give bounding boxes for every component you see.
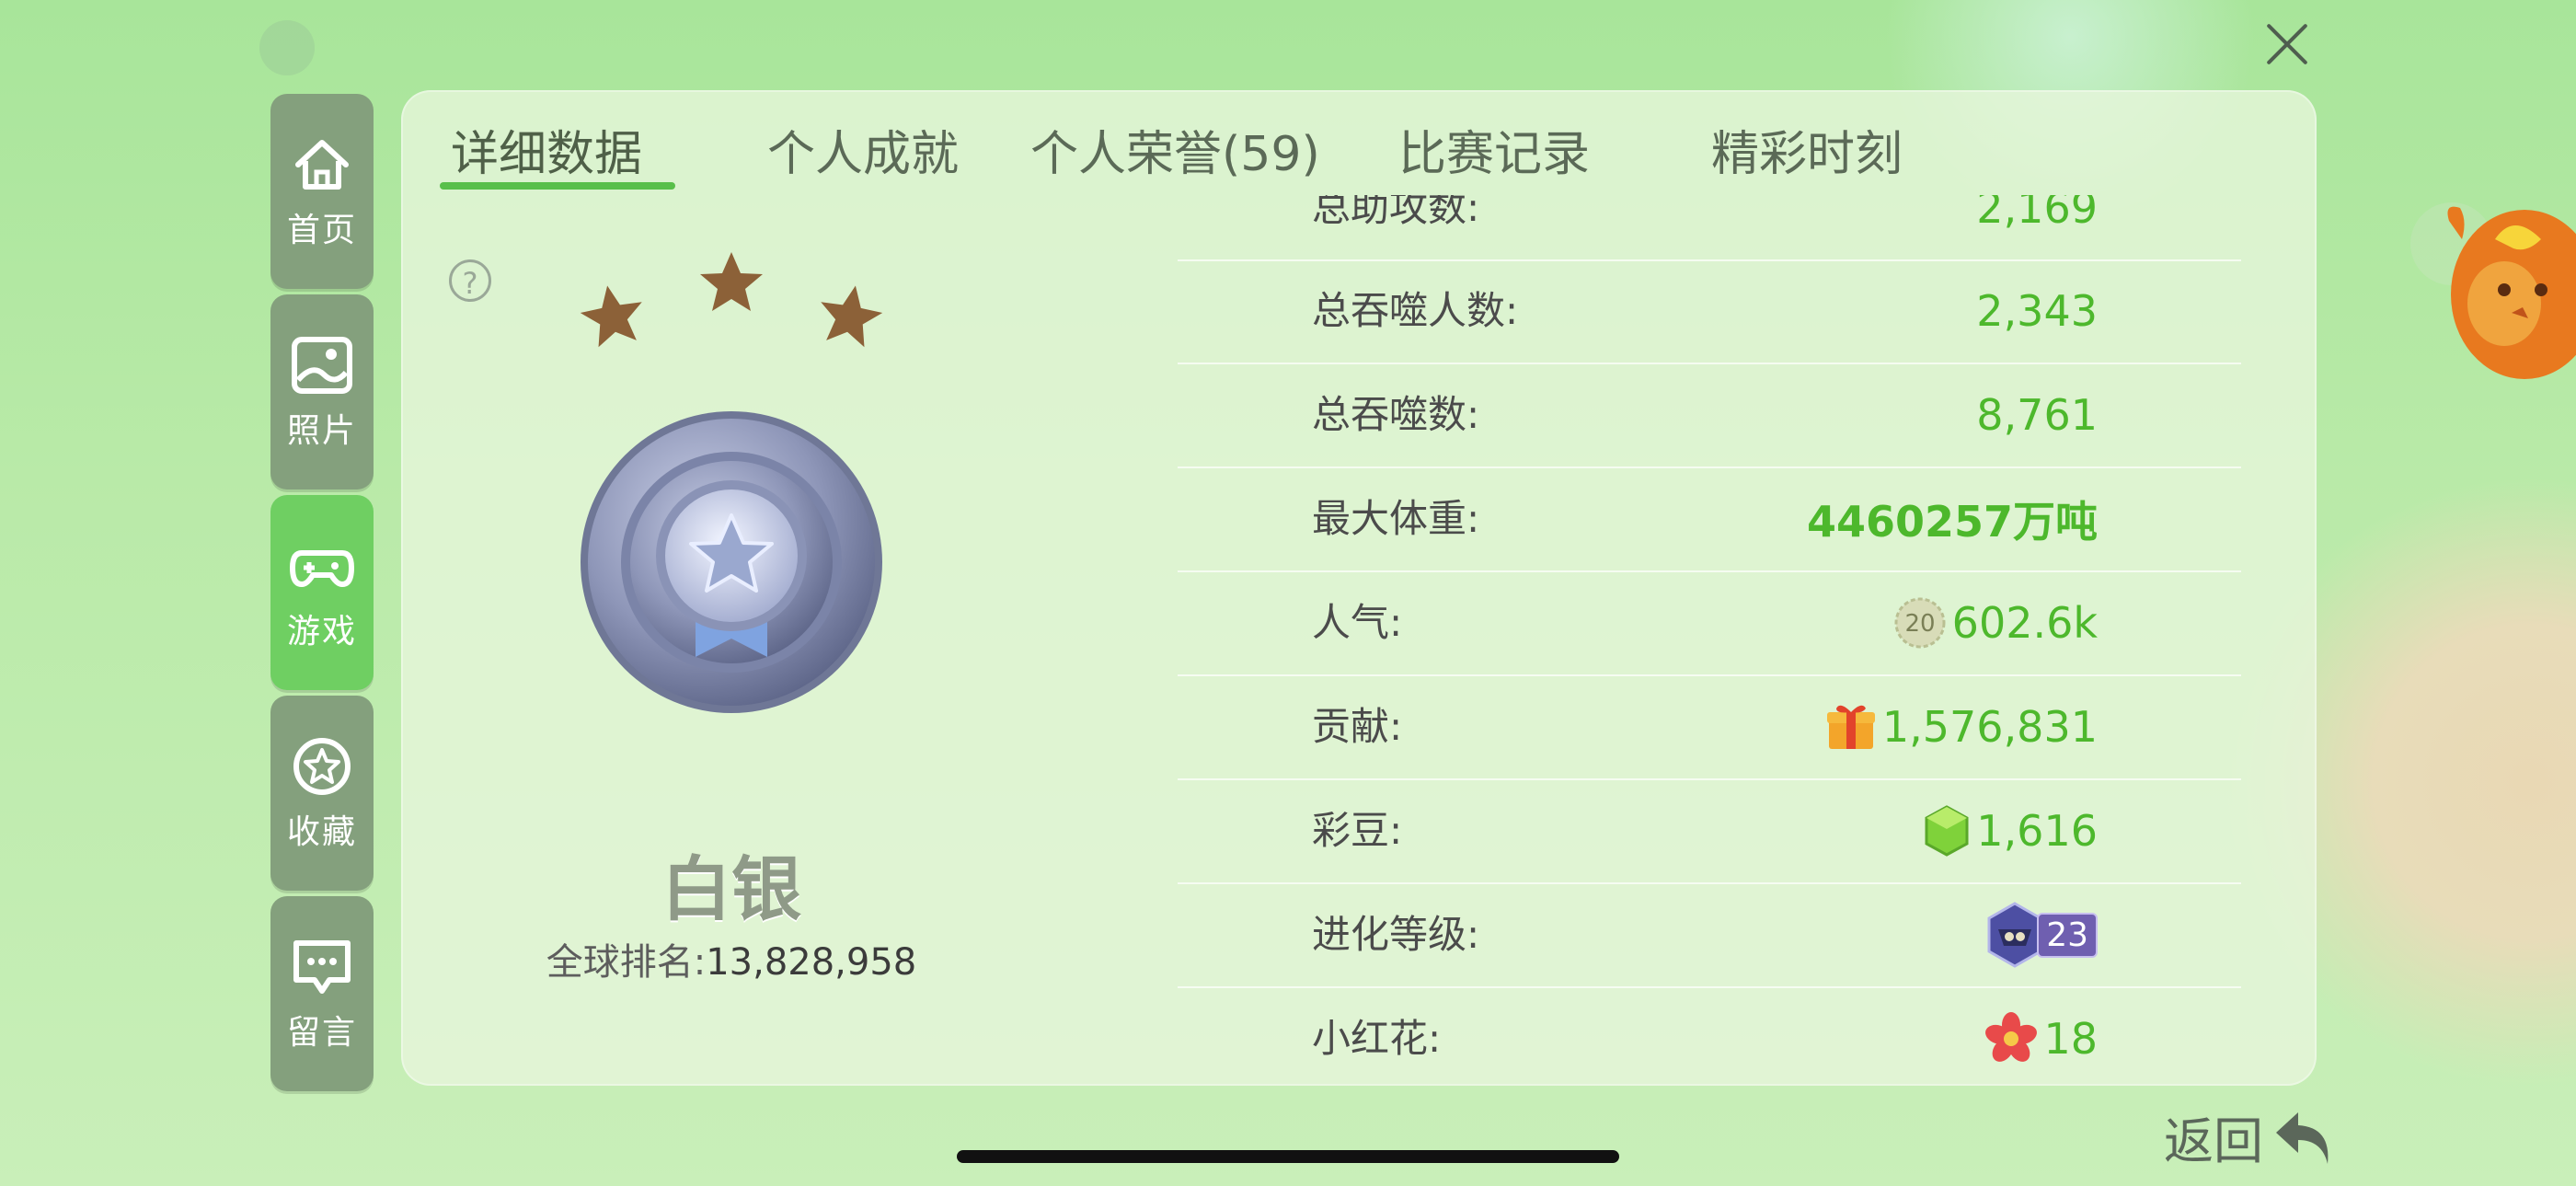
stat-value: 8,761	[1976, 390, 2098, 440]
stat-label: 最大体重:	[1312, 496, 1480, 541]
background-blob	[259, 20, 315, 75]
evolution-level-badge: 23	[1985, 902, 2098, 968]
evolution-emblem-icon	[1987, 902, 2042, 968]
stat-row-color-beans: 彩豆: 1,616	[1178, 779, 2241, 884]
stat-row-max-weight: 最大体重: 4460257万吨	[1178, 467, 2241, 572]
stat-label: 人气:	[1312, 600, 1403, 645]
tab-underline	[440, 182, 675, 190]
stats-list[interactable]: 总助攻数: 2,169 总吞噬人数: 2,343 总吞噬数: 8,761 最大体…	[0, 195, 2576, 1078]
stat-label: 总吞噬数:	[1312, 392, 1480, 437]
stat-row-red-flowers: 小红花: 18	[1178, 987, 2241, 1078]
stat-row-total-eaten: 总吞噬数: 8,761	[1178, 363, 2241, 468]
stat-label: 进化等级:	[1312, 912, 1480, 957]
back-label: 返回	[2164, 1111, 2263, 1170]
stat-row-players-eaten: 总吞噬人数: 2,343	[1178, 259, 2241, 364]
tab-achievements[interactable]: 个人成就	[767, 115, 959, 184]
stat-value: 2,343	[1976, 286, 2098, 336]
tab-detailed-data[interactable]: 详细数据	[451, 115, 642, 184]
stat-value: 1,616	[1976, 806, 2098, 856]
stat-label: 总助攻数:	[1312, 195, 1480, 230]
popularity-level-icon: 20	[1894, 597, 1946, 649]
stat-row-assists: 总助攻数: 2,169	[1178, 195, 2241, 261]
stat-row-contribution: 贡献: 1,576,831	[1178, 675, 2241, 780]
stat-value: 18	[2043, 1014, 2098, 1064]
home-icon	[295, 140, 349, 190]
stat-label: 贡献:	[1312, 704, 1403, 749]
stat-value: 2,169	[1976, 195, 2098, 233]
evolution-level-value: 23	[2037, 912, 2098, 958]
stat-label: 小红花:	[1312, 1016, 1442, 1061]
stat-row-popularity: 人气: 20 602.6k	[1178, 571, 2241, 676]
popularity-level-text: 20	[1904, 610, 1935, 638]
stat-value: 1,576,831	[1881, 702, 2098, 752]
stat-label: 总吞噬人数:	[1312, 288, 1519, 333]
stat-row-evolution-level: 进化等级: 23	[1178, 883, 2241, 988]
green-bean-icon	[1925, 805, 1969, 857]
close-button[interactable]	[2263, 20, 2311, 68]
stat-value: 4460257万吨	[1806, 497, 2098, 547]
stat-label: 彩豆:	[1312, 808, 1403, 853]
red-flower-icon	[1985, 1012, 2038, 1062]
tab-highlights[interactable]: 精彩时刻	[1711, 115, 1903, 184]
back-arrow-icon	[2276, 1112, 2329, 1164]
back-button[interactable]: 返回	[2164, 1100, 2337, 1173]
stat-value: 602.6k	[1951, 598, 2098, 648]
tab-honors[interactable]: 个人荣誉(59)	[1030, 115, 1320, 184]
tab-match-records[interactable]: 比赛记录	[1398, 115, 1590, 184]
gift-icon	[1826, 705, 1875, 749]
home-indicator[interactable]	[957, 1150, 1619, 1163]
